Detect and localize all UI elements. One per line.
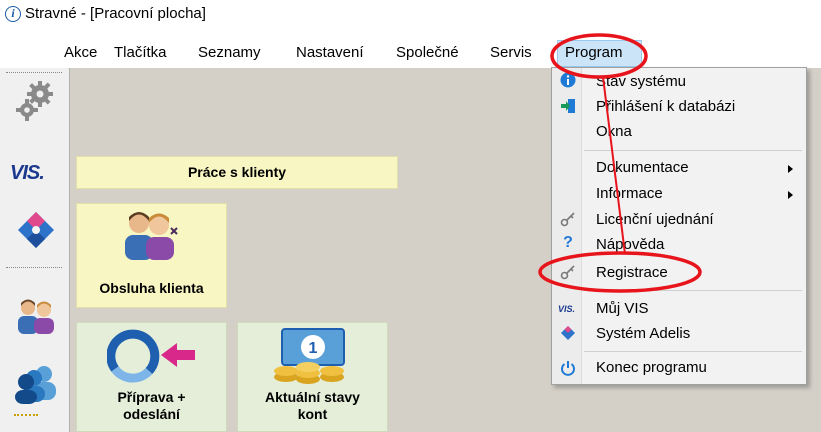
annotation-circle-program [550, 33, 648, 79]
red-annotation-overlay [538, 33, 702, 293]
annotation-circle-registrace [538, 251, 702, 293]
annotation-connector-line [602, 76, 626, 255]
